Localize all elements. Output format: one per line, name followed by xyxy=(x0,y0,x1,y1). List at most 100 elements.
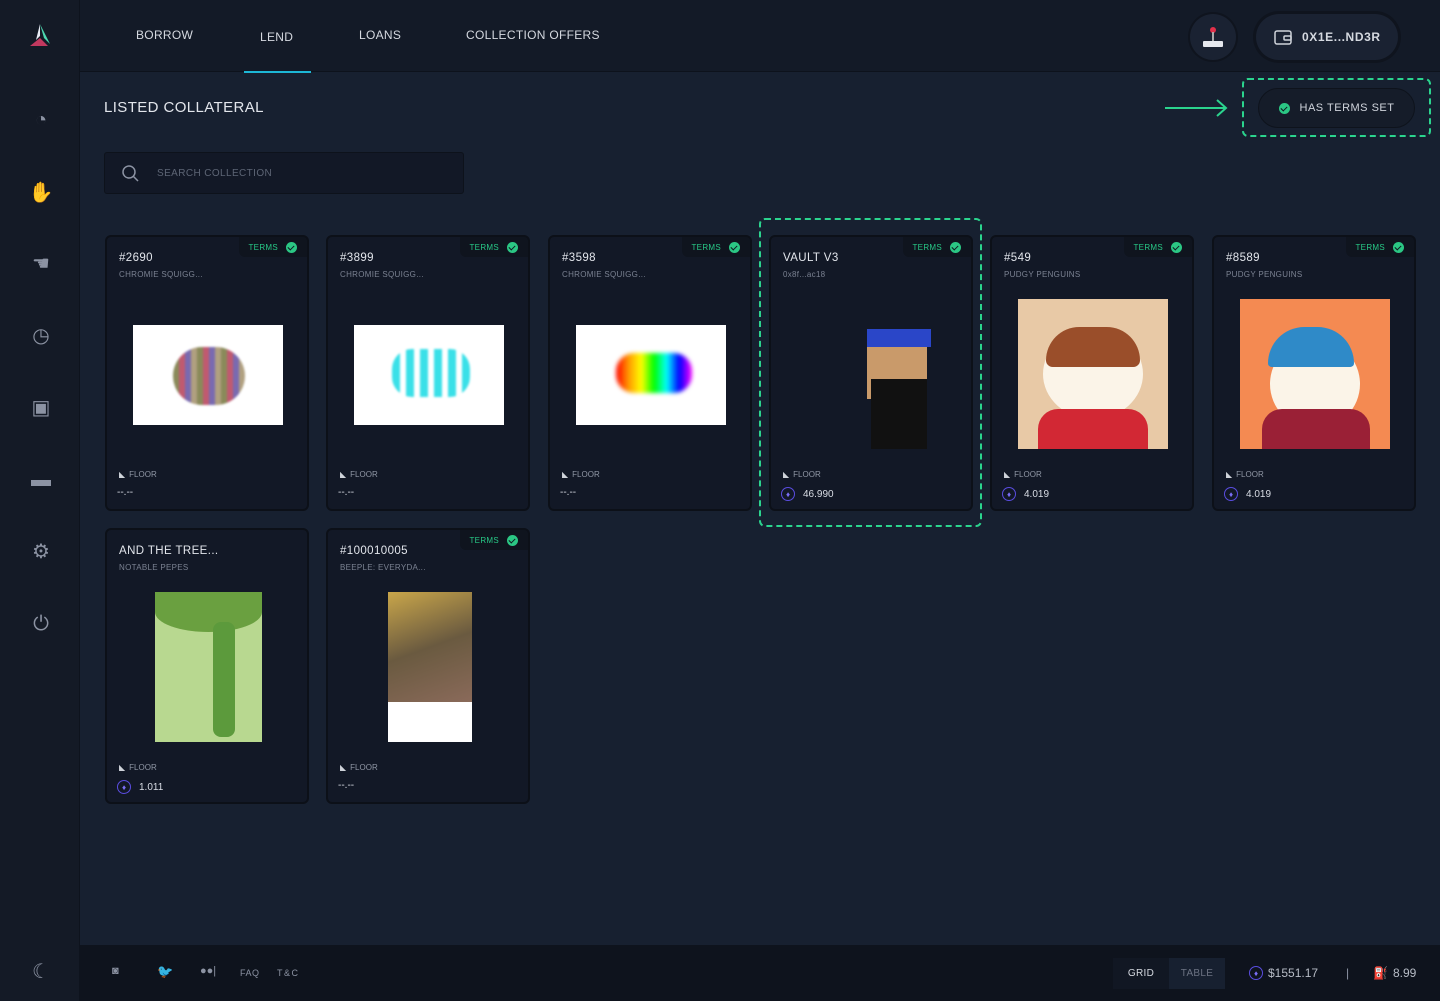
collateral-card[interactable]: TERMS VAULT V3 0x8f...ac18 ◣ FLOOR ♦ 46.990 xyxy=(769,235,973,511)
terms-label: TERMS xyxy=(1133,242,1163,252)
wallet-icon xyxy=(1274,30,1292,45)
floor-icon: ◣ xyxy=(1226,470,1233,479)
floor-icon: ◣ xyxy=(340,763,347,772)
collateral-card[interactable]: TERMS #8589 PUDGY PENGUINS ◣ FLOOR ♦ 4.019 xyxy=(1212,235,1416,511)
eth-price: ♦ $1551.17 xyxy=(1249,966,1318,980)
gas-price: ⛽ 8.99 xyxy=(1373,966,1416,980)
eth-price-value: $1551.17 xyxy=(1268,966,1319,980)
terms-badge: TERMS xyxy=(1123,237,1192,257)
eth-icon: ♦ xyxy=(117,780,131,794)
settings-gear-icon[interactable]: ⚙ xyxy=(28,539,54,565)
floor-label: ◣ FLOOR xyxy=(340,763,378,772)
wallet-button[interactable]: 0X1E...ND3R xyxy=(1256,14,1398,60)
floor-icon: ◣ xyxy=(119,763,126,772)
check-icon xyxy=(507,241,518,253)
card-collection: PUDGY PENGUINS xyxy=(1004,270,1081,279)
floor-value: --.-- xyxy=(117,487,134,498)
card-name: AND THE TREE... xyxy=(119,545,219,557)
check-icon xyxy=(1171,241,1182,253)
nft-image xyxy=(797,299,947,449)
eth-icon: ♦ xyxy=(781,487,795,501)
floor-label: ◣ FLOOR xyxy=(119,470,157,479)
collateral-card[interactable]: TERMS #549 PUDGY PENGUINS ◣ FLOOR ♦ 4.019 xyxy=(990,235,1194,511)
check-icon xyxy=(1278,102,1290,114)
terms-badge: TERMS xyxy=(459,237,528,257)
grid-view-button[interactable]: GRID xyxy=(1113,958,1169,989)
discord-icon[interactable]: ◙ xyxy=(112,965,119,977)
check-icon xyxy=(729,241,740,253)
dashboard-icon[interactable]: ◔ xyxy=(28,107,54,133)
floor-icon: ◣ xyxy=(783,470,790,479)
card-name: #2690 xyxy=(119,252,153,264)
search-icon xyxy=(122,165,139,182)
sidebar: ◔ ✋ ☚ ◷ ▣ ▬ ⚙ ⏻ ☾ xyxy=(0,0,80,1001)
terms-badge: TERMS xyxy=(459,530,528,550)
card-name: #549 xyxy=(1004,252,1032,264)
filter-label: HAS TERMS SET xyxy=(1299,102,1395,114)
search-input[interactable] xyxy=(157,167,437,179)
terms-badge: TERMS xyxy=(238,237,307,257)
lend-hand-icon[interactable]: ☚ xyxy=(28,251,54,277)
loans-timer-icon[interactable]: ◷ xyxy=(28,323,54,349)
terms-badge: TERMS xyxy=(681,237,750,257)
card-collection: CHROMIE SQUIGG... xyxy=(119,270,203,279)
floor-icon: ◣ xyxy=(340,470,347,479)
page-title: LISTED COLLATERAL xyxy=(104,99,264,116)
collateral-card[interactable]: AND THE TREE... NOTABLE PEPES ◣ FLOOR ♦ 1.… xyxy=(105,528,309,804)
floor-value: ♦ 4.019 xyxy=(1002,487,1049,501)
terms-label: TERMS xyxy=(469,535,499,545)
faq-link[interactable]: FAQ xyxy=(240,968,260,978)
floor-value: --.-- xyxy=(338,487,355,498)
joystick-button[interactable] xyxy=(1190,14,1236,60)
has-terms-set-filter[interactable]: HAS TERMS SET xyxy=(1258,88,1415,128)
collateral-card[interactable]: TERMS #3598 CHROMIE SQUIGG... ◣ FLOOR --.-… xyxy=(548,235,752,511)
floor-icon: ◣ xyxy=(119,470,126,479)
tab-loans[interactable]: LOANS xyxy=(359,28,401,42)
collateral-box-icon[interactable]: ▣ xyxy=(28,395,54,421)
card-name: #8589 xyxy=(1226,252,1260,264)
nft-image xyxy=(388,592,472,742)
table-view-button[interactable]: TABLE xyxy=(1169,958,1225,989)
collateral-card[interactable]: TERMS #100010005 BEEPLE: EVERYDA... ◣ FLOO… xyxy=(326,528,530,804)
active-tab-indicator xyxy=(244,71,311,73)
collateral-card[interactable]: TERMS #2690 CHROMIE SQUIGG... ◣ FLOOR --.-… xyxy=(105,235,309,511)
tab-borrow[interactable]: BORROW xyxy=(136,28,193,42)
floor-value: --.-- xyxy=(560,487,577,498)
power-icon[interactable]: ⏻ xyxy=(28,611,54,637)
collateral-card[interactable]: TERMS #3899 CHROMIE SQUIGG... ◣ FLOOR --.-… xyxy=(326,235,530,511)
floor-label: ◣ FLOOR xyxy=(1226,470,1264,479)
nft-image xyxy=(155,592,262,742)
eth-icon: ♦ xyxy=(1224,487,1238,501)
eth-icon: ♦ xyxy=(1249,966,1263,980)
app-logo[interactable] xyxy=(26,22,54,50)
wallet-icon[interactable]: ▬ xyxy=(28,467,54,493)
twitter-icon[interactable]: 🐦 xyxy=(157,964,173,980)
check-icon xyxy=(950,241,961,253)
tab-collection-offers[interactable]: COLLECTION OFFERS xyxy=(466,28,600,42)
wallet-address: 0X1E...ND3R xyxy=(1302,30,1381,44)
joystick-icon xyxy=(1203,27,1223,47)
terms-badge: TERMS xyxy=(902,237,971,257)
card-collection: 0x8f...ac18 xyxy=(783,270,826,279)
floor-value: ♦ 1.011 xyxy=(117,780,163,794)
card-name: #100010005 xyxy=(340,545,408,557)
moon-icon[interactable]: ☾ xyxy=(28,959,54,985)
card-collection: CHROMIE SQUIGG... xyxy=(562,270,646,279)
terms-label: TERMS xyxy=(912,242,942,252)
tab-lend[interactable]: LEND xyxy=(260,30,293,44)
tc-link[interactable]: T&C xyxy=(277,968,300,978)
terms-badge: TERMS xyxy=(1345,237,1414,257)
nft-image xyxy=(576,325,726,425)
borrow-hand-icon[interactable]: ✋ xyxy=(28,180,54,206)
card-name: #3598 xyxy=(562,252,596,264)
card-name: VAULT V3 xyxy=(783,252,839,264)
floor-value: ♦ 4.019 xyxy=(1224,487,1271,501)
floor-icon: ◣ xyxy=(1004,470,1011,479)
terms-label: TERMS xyxy=(691,242,721,252)
divider: | xyxy=(1346,966,1350,980)
check-icon xyxy=(507,534,518,546)
gas-price-value: 8.99 xyxy=(1392,966,1417,980)
floor-value: ♦ 46.990 xyxy=(781,487,834,501)
card-collection: CHROMIE SQUIGG... xyxy=(340,270,424,279)
medium-icon[interactable]: ●●| xyxy=(200,965,216,977)
